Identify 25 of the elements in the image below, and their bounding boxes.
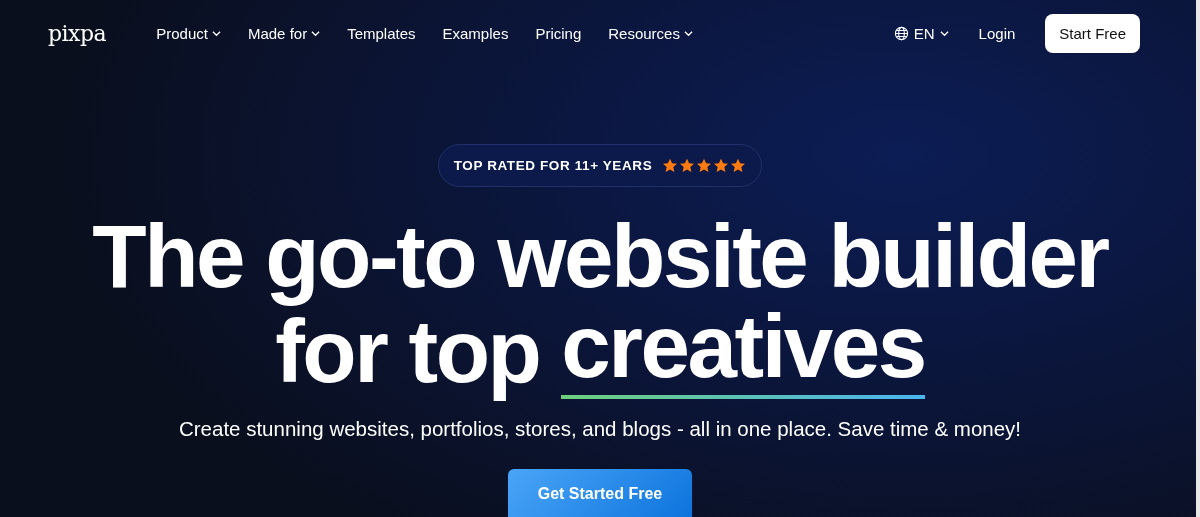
nav-link[interactable]: Resources	[608, 25, 693, 42]
start-free-button[interactable]: Start Free	[1045, 14, 1140, 53]
scrollbar[interactable]	[1196, 0, 1200, 517]
caret-icon	[939, 30, 949, 37]
nav-link[interactable]: Examples	[442, 25, 509, 42]
caret-icon	[211, 30, 221, 37]
login-link[interactable]: Login	[978, 25, 1016, 42]
star-icon	[662, 158, 679, 173]
nav-link[interactable]: Made for	[247, 25, 321, 42]
caret-icon	[311, 30, 321, 37]
subtitle: Create stunning websites, portfolios, stores, and blogs - all in one place. Save time & money!	[178, 417, 1022, 441]
logo[interactable]: pixpa	[48, 21, 107, 46]
headline-text: The go-to website builder	[92, 209, 1108, 304]
caret-icon	[683, 30, 693, 37]
globe-icon	[893, 26, 909, 41]
star-icon	[730, 158, 747, 173]
star-icon	[713, 158, 730, 173]
nav-link[interactable]: Templates	[347, 25, 416, 42]
headline-highlight: creatives	[561, 304, 925, 399]
star-icon	[679, 158, 696, 173]
nav-link[interactable]: Product	[156, 25, 221, 42]
nav-link[interactable]: Pricing	[535, 25, 582, 42]
badge-text: TOP RATED FOR 11+ YEARS	[453, 158, 653, 173]
language-selector[interactable]: EN	[893, 25, 949, 42]
star-icon	[696, 158, 713, 173]
